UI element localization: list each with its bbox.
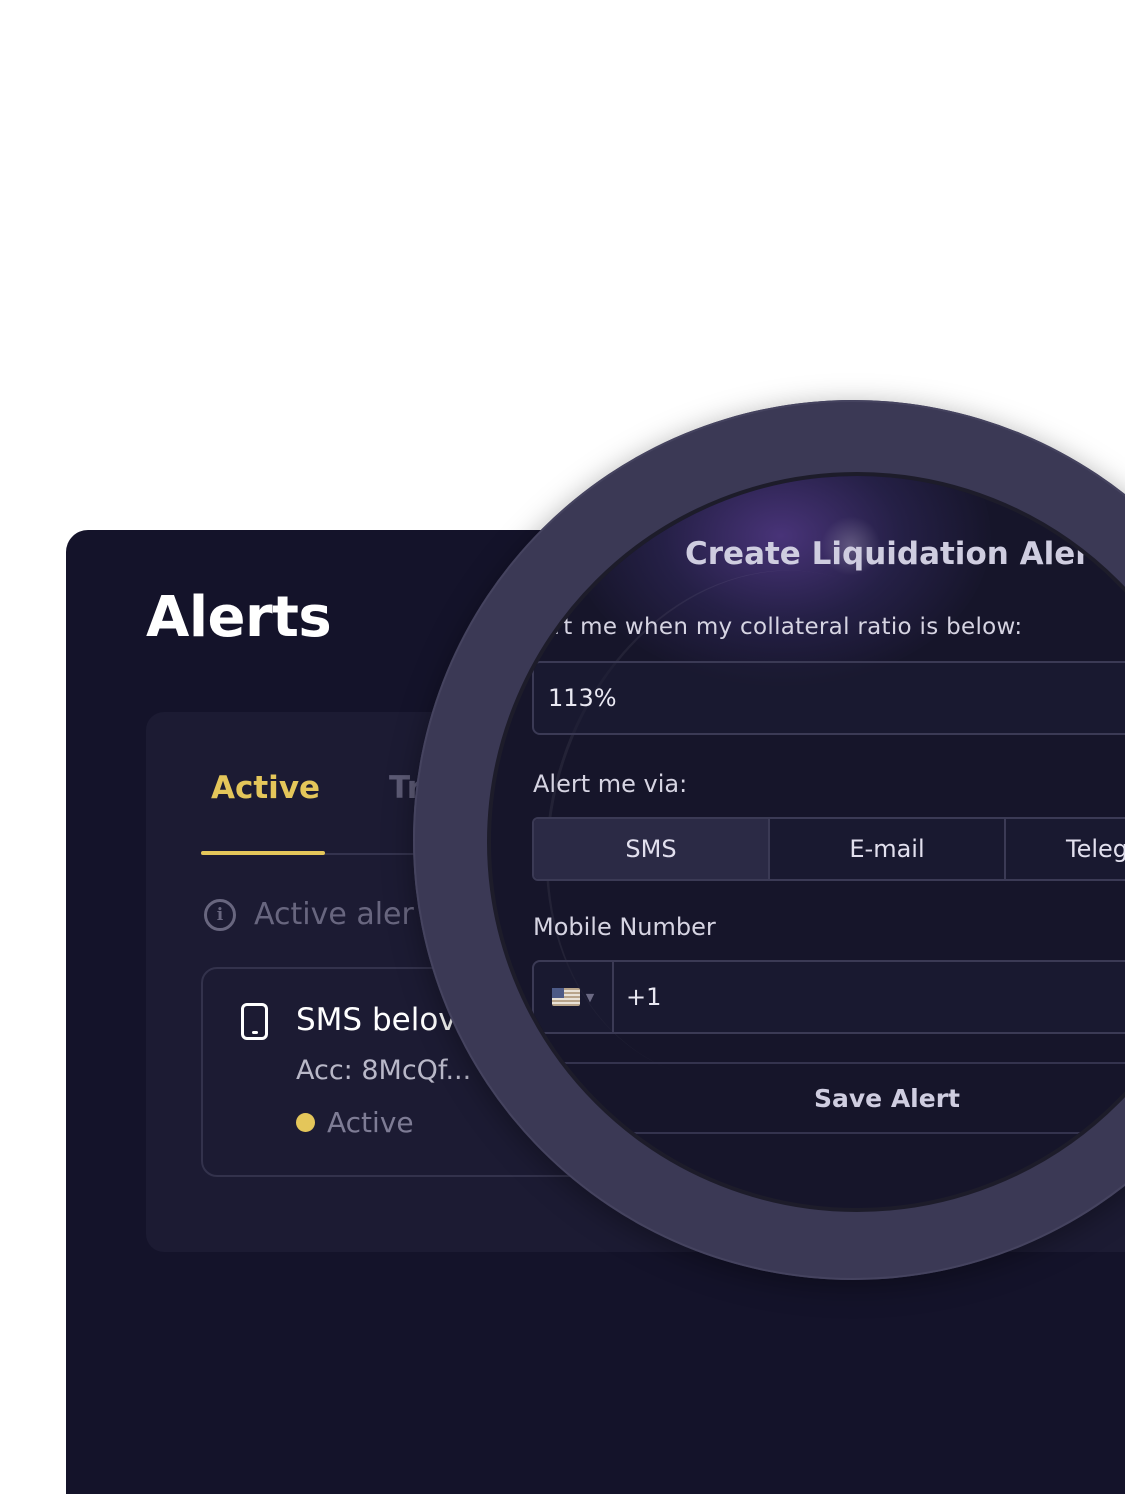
alert-title: SMS belov <box>296 1002 457 1038</box>
alert-status: Active <box>296 1106 414 1139</box>
alert-account: Acc: 8McQf... <box>296 1055 472 1086</box>
magnifier-lens: Create Liquidation Alert ert me when my … <box>487 472 1125 1212</box>
mobile-number-field[interactable]: ▼ +1 <box>532 960 1125 1034</box>
page-title: Alerts <box>146 585 332 650</box>
status-dot <box>296 1113 315 1132</box>
info-row: i Active aler <box>204 897 414 932</box>
us-flag-icon <box>551 988 580 1006</box>
via-label: Alert me via: <box>533 770 688 798</box>
mobile-number-label: Mobile Number <box>533 913 716 941</box>
phone-icon <box>241 1003 268 1040</box>
modal-title: Create Liquidation Alert <box>685 536 1106 572</box>
save-alert-button[interactable]: Save Alert <box>532 1064 1125 1134</box>
ratio-input[interactable]: 113% <box>532 661 1125 735</box>
stage: Alerts Active Tr i Active aler SMS belov… <box>0 0 1125 1494</box>
status-text: Active <box>327 1106 414 1139</box>
tab-active[interactable]: Active <box>211 770 320 806</box>
channel-sms-button[interactable]: SMS <box>534 819 770 879</box>
chevron-down-icon: ▼ <box>585 990 595 1004</box>
info-icon: i <box>204 898 236 931</box>
ratio-label: ert me when my collateral ratio is below… <box>539 614 1023 640</box>
channel-email-button[interactable]: E-mail <box>770 819 1006 879</box>
channel-telegram-button[interactable]: Teleg <box>1006 819 1125 879</box>
dial-code[interactable]: +1 <box>614 983 661 1011</box>
active-tab-indicator <box>201 851 325 855</box>
country-code-select[interactable]: ▼ <box>534 962 614 1032</box>
info-text: Active aler <box>254 897 414 932</box>
channel-selector: SMS E-mail Teleg <box>532 817 1125 881</box>
